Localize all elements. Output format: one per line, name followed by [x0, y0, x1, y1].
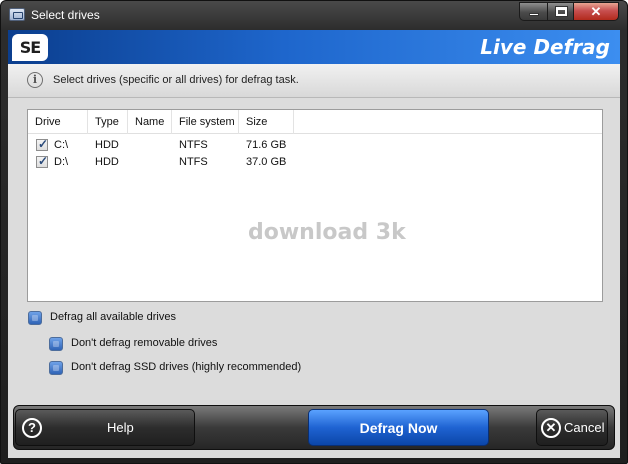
column-header-type[interactable]: Type	[88, 110, 128, 134]
cancel-button-label: Cancel	[564, 420, 605, 435]
drive-list[interactable]: Drive Type Name File system Size C:\ HDD…	[27, 109, 603, 302]
skip-ssd-checkbox[interactable]	[49, 361, 63, 375]
skip-removable-checkbox[interactable]	[49, 337, 63, 351]
defrag-now-button[interactable]: Defrag Now	[308, 409, 489, 446]
title-bar[interactable]: Select drives ✕	[1, 1, 627, 29]
column-header-name[interactable]: Name	[128, 110, 172, 134]
question-icon: ?	[22, 418, 42, 438]
drive-letter: C:\	[54, 139, 69, 151]
info-text: Select drives (specific or all drives) f…	[53, 74, 299, 86]
drive-type: HDD	[95, 139, 119, 151]
defrag-all-drives-label: Defrag all available drives	[50, 311, 176, 323]
column-header-drive[interactable]: Drive	[28, 110, 88, 134]
drive-row[interactable]: D:\ HDD NTFS 37.0 GB	[28, 154, 602, 171]
drive-checkbox[interactable]	[36, 137, 48, 151]
product-name: Live Defrag	[480, 35, 610, 59]
defrag-now-label: Defrag Now	[359, 420, 438, 436]
close-icon: ✕	[590, 4, 602, 19]
drive-size: 37.0 GB	[246, 156, 287, 168]
drive-checkbox[interactable]	[36, 154, 48, 168]
column-header-size[interactable]: Size	[239, 110, 294, 134]
skip-ssd-label: Don't defrag SSD drives (highly recommen…	[71, 361, 302, 373]
close-button[interactable]: ✕	[573, 2, 619, 21]
drive-size: 71.6 GB	[246, 139, 287, 151]
drive-list-header: Drive Type Name File system Size	[28, 110, 602, 134]
select-drives-window: Select drives ✕ SE Live Defrag i Select …	[0, 0, 628, 464]
close-circle-icon: ✕	[541, 418, 561, 438]
button-bar: ? Help Defrag Now ✕ Cancel	[13, 405, 615, 450]
skip-removable-label: Don't defrag removable drives	[71, 337, 218, 349]
drive-row[interactable]: C:\ HDD NTFS 71.6 GB	[28, 137, 602, 154]
download-watermark: download 3k	[248, 220, 406, 245]
drive-letter: D:\	[54, 156, 69, 168]
window-title: Select drives	[31, 8, 100, 22]
brand-bar: SE Live Defrag	[8, 30, 620, 64]
info-bar: i Select drives (specific or all drives)…	[8, 64, 620, 98]
minimize-icon	[529, 13, 539, 16]
maximize-button[interactable]	[547, 2, 574, 21]
column-header-file-system[interactable]: File system	[172, 110, 239, 134]
dialog-body: SE Live Defrag i Select drives (specific…	[8, 30, 620, 458]
drive-type: HDD	[95, 156, 119, 168]
drive-file-system: NTFS	[179, 156, 208, 168]
drive-file-system: NTFS	[179, 139, 208, 151]
minimize-button[interactable]	[519, 2, 548, 21]
app-icon	[9, 8, 25, 21]
cancel-button[interactable]: ✕ Cancel	[536, 409, 608, 446]
se-logo: SE	[12, 34, 48, 61]
help-button-label: Help	[107, 420, 134, 435]
info-icon: i	[27, 72, 43, 88]
maximize-icon	[555, 6, 568, 17]
defrag-all-drives-checkbox[interactable]	[28, 311, 42, 325]
help-button[interactable]: ? Help	[15, 409, 195, 446]
